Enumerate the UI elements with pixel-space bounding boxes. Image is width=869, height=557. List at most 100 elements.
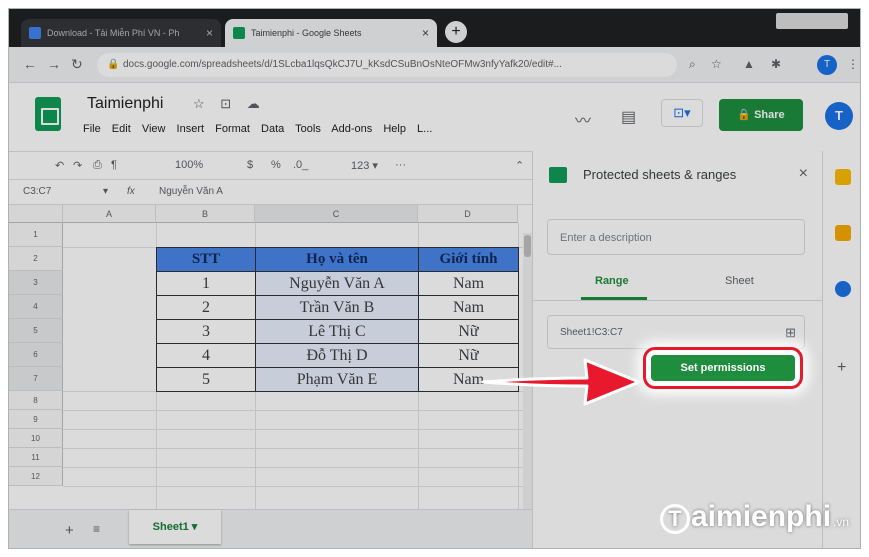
scrollbar-thumb[interactable] [524,235,531,257]
column-header-c[interactable]: C [255,205,418,223]
cell-gender[interactable]: Nữ [418,319,519,344]
cell-stt[interactable]: 4 [156,343,256,368]
collapse-chevron-icon[interactable]: ⌃ [515,159,524,172]
row-header[interactable]: 1 [9,223,63,247]
header-gender[interactable]: Giới tính [418,247,519,272]
select-all-corner[interactable] [9,205,63,223]
document-title[interactable]: Taimienphi [87,95,163,113]
add-sheet-icon[interactable]: + [65,522,74,539]
cell-gender[interactable]: Nam [418,271,519,296]
chevron-down-icon[interactable]: ▾ [103,186,108,197]
percent-button[interactable]: % [271,159,281,171]
cell-gender[interactable]: Nam [418,295,519,320]
zoom-select[interactable]: 100% [175,159,203,171]
column-header-b[interactable]: B [156,205,255,223]
row-header[interactable]: 2 [9,247,63,271]
calendar-icon[interactable] [835,169,851,185]
reload-icon[interactable]: ↻ [71,56,83,73]
browser-tab-sheets[interactable]: Taimienphi - Google Sheets × [225,19,437,47]
row-header[interactable]: 11 [9,448,63,467]
print-icon[interactable]: ⎙ [93,159,102,172]
paint-format-icon[interactable]: ¶ [111,159,117,171]
zoom-icon[interactable]: ⌕ [689,57,696,72]
all-sheets-icon[interactable]: ≡ [93,522,100,536]
row-header[interactable]: 4 [9,295,63,319]
back-icon[interactable]: ← [23,56,37,72]
sheets-logo-icon[interactable] [35,97,61,131]
close-panel-icon[interactable]: × [799,165,808,183]
account-avatar[interactable]: T [825,102,853,130]
sheet-tab-sheet1[interactable]: Sheet1 ▾ [129,510,221,544]
forward-icon[interactable]: → [47,56,61,72]
bookmark-star-icon[interactable]: ☆ [711,57,722,71]
tab-range[interactable]: Range [595,275,629,287]
extensions-icon[interactable]: ✱ [771,57,781,71]
header-name[interactable]: Họ và tên [255,247,419,272]
row-header[interactable]: 12 [9,467,63,486]
drive-extension-icon[interactable]: ▲ [743,57,755,71]
browser-tab-download[interactable]: Download - Tải Miễn Phí VN - Ph × [21,19,221,47]
close-tab-icon[interactable]: × [206,19,213,47]
cell-stt[interactable]: 5 [156,367,256,392]
column-header-d[interactable]: D [418,205,518,223]
number-format-select[interactable]: 123 ▾ [351,159,378,172]
decrease-decimal-button[interactable]: .0_ [293,159,308,171]
comments-icon[interactable]: ▤ [621,107,636,127]
row-header[interactable]: 7 [9,367,63,391]
window-controls[interactable] [776,13,848,29]
tab-title: Download - Tải Miễn Phí VN - Ph [47,28,180,38]
browser-menu-icon[interactable]: ⋮ [847,57,859,71]
activity-trend-icon[interactable]: 〰 [575,107,591,131]
menu-insert[interactable]: Insert [177,123,205,135]
row-header[interactable]: 10 [9,429,63,448]
cell-name[interactable]: Lê Thị C [255,319,419,344]
set-permissions-button[interactable]: Set permissions [651,355,795,381]
cell-name[interactable]: Phạm Văn E [255,367,419,392]
tab-sheet[interactable]: Sheet [725,275,754,287]
menu-edit[interactable]: Edit [112,123,131,135]
menu-addons[interactable]: Add-ons [331,123,372,135]
cell-stt[interactable]: 3 [156,319,256,344]
menu-format[interactable]: Format [215,123,250,135]
menu-help[interactable]: Help [383,123,406,135]
row-header[interactable]: 6 [9,343,63,367]
more-tools-button[interactable]: ··· [395,159,406,171]
cell-stt[interactable]: 2 [156,295,256,320]
panel-title: Protected sheets & ranges [583,167,737,182]
name-box[interactable]: C3:C7 [23,186,51,197]
spreadsheet-grid[interactable]: A B C D 1 2 3 4 5 6 7 8 9 10 11 12 STT H… [9,205,532,509]
cell-name[interactable]: Nguyễn Văn A [255,271,419,296]
cell-name[interactable]: Đỗ Thị D [255,343,419,368]
address-bar-row: ← → ↻ 🔒 docs.google.com/spreadsheets/d/1… [9,47,860,83]
menu-view[interactable]: View [142,123,166,135]
menu-tools[interactable]: Tools [295,123,321,135]
undo-icon[interactable]: ↶ [55,159,64,172]
grid-select-icon[interactable]: ⊞ [785,316,796,350]
title-icons[interactable]: ☆ ⊡ ☁ [193,96,266,112]
cell-stt[interactable]: 1 [156,271,256,296]
menu-last-edit[interactable]: L... [417,123,432,135]
keep-icon[interactable] [835,225,851,241]
new-tab-button[interactable]: + [445,21,467,43]
menu-data[interactable]: Data [261,123,284,135]
share-button[interactable]: 🔒 Share [719,99,803,131]
formula-input[interactable]: Nguyễn Văn A [159,186,223,197]
menu-file[interactable]: File [83,123,101,135]
row-header[interactable]: 9 [9,410,63,429]
url-field[interactable]: 🔒 docs.google.com/spreadsheets/d/1SLcba1… [97,53,677,77]
column-header-a[interactable]: A [63,205,156,223]
range-input[interactable]: Sheet1!C3:C7 ⊞ [547,315,805,349]
add-addon-icon[interactable]: + [837,359,846,377]
row-header[interactable]: 3 [9,271,63,295]
row-header[interactable]: 8 [9,391,63,410]
tasks-icon[interactable] [835,281,851,297]
currency-button[interactable]: $ [247,159,253,171]
cell-name[interactable]: Trần Văn B [255,295,419,320]
row-header[interactable]: 5 [9,319,63,343]
header-stt[interactable]: STT [156,247,256,272]
description-input[interactable]: Enter a description [547,219,805,255]
present-button[interactable]: ⊡▾ [661,99,703,127]
redo-icon[interactable]: ↷ [73,159,82,172]
close-tab-icon[interactable]: × [422,19,429,47]
browser-profile-avatar[interactable]: T [817,55,837,75]
